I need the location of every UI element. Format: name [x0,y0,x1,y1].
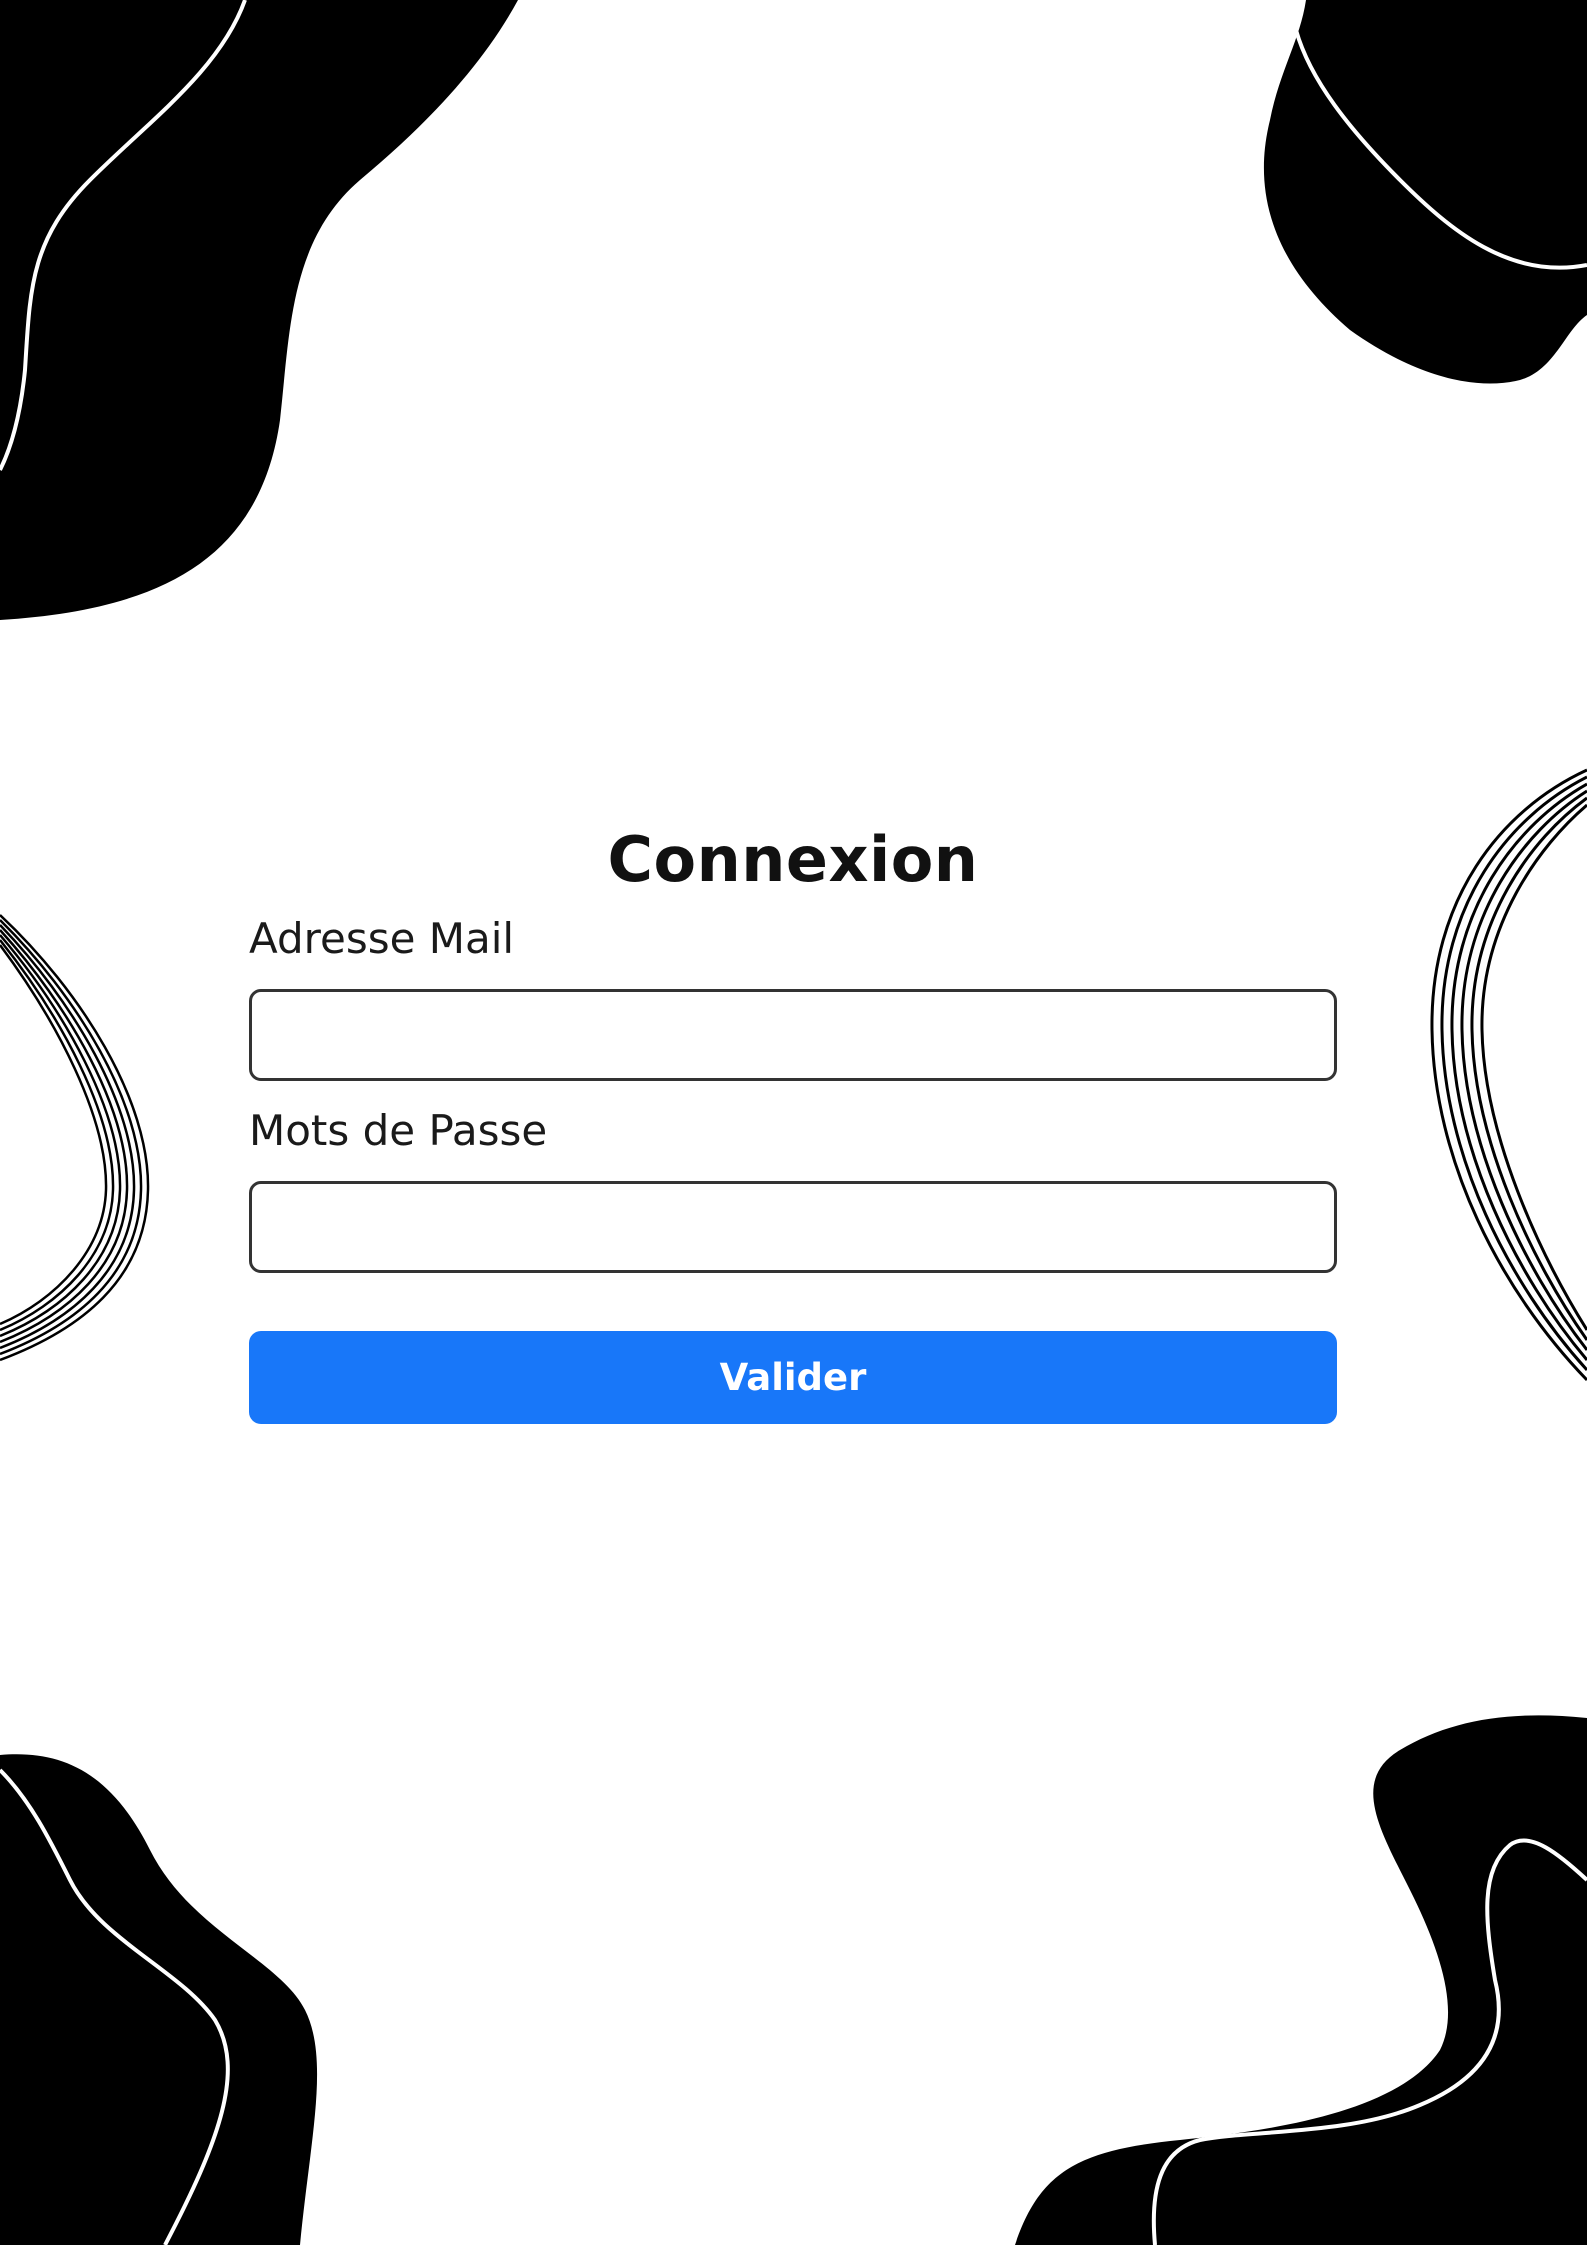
submit-button[interactable]: Valider [249,1331,1337,1424]
blob-top-right [1263,0,1587,384]
blob-bottom-left [0,1754,318,2245]
password-label: Mots de Passe [249,1106,548,1155]
blob-top-left [0,0,518,620]
email-label: Adresse Mail [249,914,515,963]
login-form: Connexion Adresse Mail Mots de Passe Val… [249,815,1337,1424]
page-title: Connexion [607,823,979,896]
ribbon-right [1430,768,1587,1382]
wave-line-bottom-left [0,1768,230,2245]
wave-line-bottom-right [1151,1838,1587,2245]
wave-line-top-right [1294,29,1587,270]
ribbon-left [0,914,150,1362]
wave-line-top-left [0,0,247,471]
password-field[interactable] [249,1181,1337,1273]
blob-bottom-right [1015,1715,1587,2245]
email-field[interactable] [249,989,1337,1081]
